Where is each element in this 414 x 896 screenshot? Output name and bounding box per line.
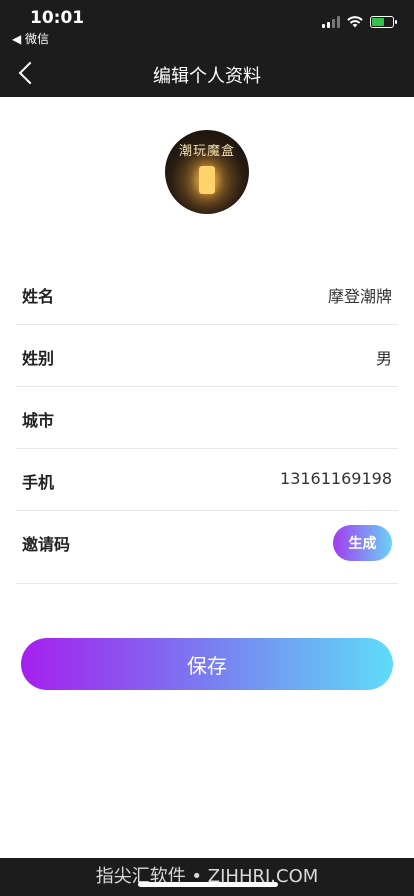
form-row-name[interactable]: 姓名 摩登潮牌 [16,263,398,325]
avatar-lantern [199,166,215,194]
avatar-logo-text: 潮玩魔盒 [178,144,235,159]
form-row-phone[interactable]: 手机 13161169198 [16,449,398,511]
bottom-bar: 指尖汇软件 • ZJHHRJ.COM [0,858,414,896]
status-icons [322,16,397,28]
nav-bar: 编辑个人资料 [0,50,414,97]
phone-value[interactable]: 13161169198 [280,469,392,488]
back-to-app-link[interactable]: ◀ 微信 [12,30,49,47]
save-button[interactable]: 保存 [21,638,393,690]
page-title: 编辑个人资料 [153,66,261,87]
name-value[interactable]: 摩登潮牌 [328,283,392,307]
home-indicator[interactable] [138,882,278,887]
battery-icon [370,16,397,28]
gender-value[interactable]: 男 [376,345,392,369]
invite-code-label: 邀请码 [22,535,71,554]
phone-label: 手机 [22,473,55,492]
form-row-city[interactable]: 城市 [16,387,398,449]
form-row-invite-code[interactable]: 邀请码 生成 [16,511,398,584]
generate-invite-code-button[interactable]: 生成 [333,525,392,561]
name-label: 姓名 [22,287,55,306]
gender-label: 姓别 [22,349,55,368]
status-bar: 10:01 ◀ 微信 [0,0,414,50]
form-row-gender[interactable]: 姓别 男 [16,325,398,387]
status-time: 10:01 [30,8,85,28]
signal-icon [322,16,340,28]
city-label: 城市 [22,411,55,430]
avatar[interactable]: 潮玩魔盒 [165,130,249,214]
wifi-icon [347,16,363,28]
